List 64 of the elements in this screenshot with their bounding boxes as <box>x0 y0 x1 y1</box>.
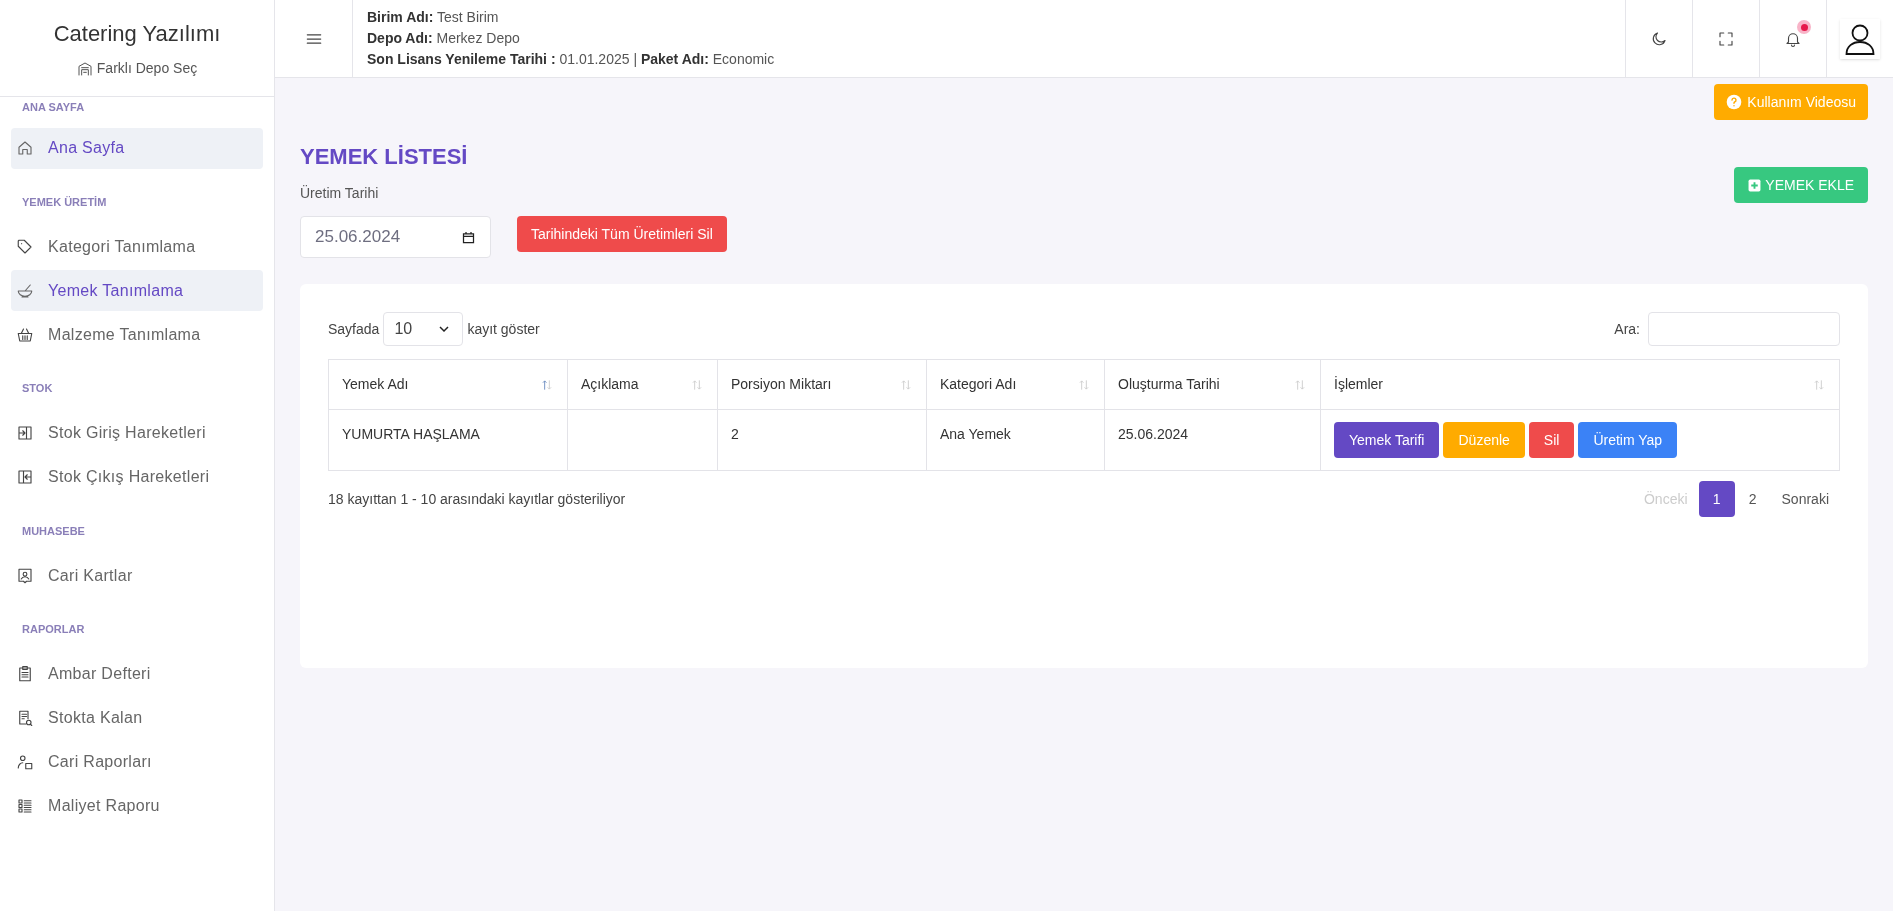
action-button[interactable]: Üretim Yap <box>1578 422 1678 458</box>
exit-icon <box>16 468 34 486</box>
page-button[interactable]: 2 <box>1734 481 1771 517</box>
user-report-icon <box>16 753 34 771</box>
sidebar-item[interactable]: Cari Kartlar <box>11 555 263 596</box>
sidebar-item[interactable]: Stokta Kalan <box>11 697 263 739</box>
column-header[interactable]: Porsiyon Miktarı <box>717 359 927 410</box>
moon-icon <box>1650 29 1668 48</box>
list-icon <box>16 797 34 815</box>
fullscreen-icon <box>1717 29 1735 48</box>
table-cell: 2 <box>731 426 739 442</box>
action-button[interactable]: Yemek Tarifi <box>1334 422 1440 458</box>
section-heading: ANA SAYFA <box>21 100 86 115</box>
table-cell: YUMURTA HAŞLAMA <box>342 426 480 442</box>
column-header[interactable]: Oluşturma Tarihi <box>1104 359 1321 410</box>
date-field[interactable]: 25.06.2024 <box>300 216 491 258</box>
sidebar-item[interactable]: Cari Raporları <box>11 741 263 783</box>
sidebar-item[interactable]: Yemek Tanımlama <box>11 270 263 311</box>
building-icon <box>76 60 93 77</box>
header-info-line: Birim Adı: Test Birim <box>367 8 500 27</box>
tag-icon <box>16 237 34 256</box>
header-info-line: Son Lisans Yenileme Tarihi : 01.01.2025 | Paket Adı: Economic <box>367 50 776 69</box>
document-search-icon <box>16 709 34 727</box>
field-label: Üretim Tarihi <box>300 184 380 203</box>
house-icon <box>16 139 34 157</box>
depot-select-link[interactable]: Farklı Depo Seç <box>76 58 198 79</box>
section-heading: YEMEK ÜRETİM <box>21 194 108 210</box>
bowl-icon <box>16 281 34 300</box>
column-header[interactable]: Yemek Adı <box>328 359 568 410</box>
delete-all-productions-button[interactable]: Tarihindeki Tüm Üretimleri Sil <box>517 216 727 252</box>
sidebar-item[interactable]: Stok Giriş Hareketleri <box>11 412 263 454</box>
section-heading: RAPORLAR <box>21 622 86 637</box>
page-length-select[interactable]: 10 <box>383 312 464 346</box>
search-label: Ara: <box>1614 319 1640 339</box>
table-info: 18 kayıttan 1 - 10 arasındaki kayıtlar gösteriliyor <box>328 489 626 509</box>
table-cell: 25.06.2024 <box>1118 426 1189 442</box>
column-header[interactable]: Kategori Adı <box>926 359 1105 410</box>
sidebar-item[interactable]: Malzeme Tanımlama <box>11 314 263 355</box>
sidebar-item[interactable]: Ambar Defteri <box>11 653 263 695</box>
app-title: Catering Yazılımı <box>53 20 221 48</box>
search-field[interactable] <box>1648 312 1840 346</box>
contact-card-icon <box>16 566 34 585</box>
length-label: Sayfada <box>328 319 380 339</box>
page-link[interactable]: Sonraki <box>1770 481 1840 517</box>
page-title: YEMEK LİSTESİ <box>300 143 469 171</box>
sidebar-item[interactable]: Stok Çıkış Hareketleri <box>11 456 263 498</box>
entry-icon <box>16 424 34 442</box>
column-header[interactable]: İşlemler <box>1320 359 1840 410</box>
action-button[interactable]: Sil <box>1528 422 1575 458</box>
basket-icon <box>16 325 34 344</box>
sidebar-item[interactable]: Ana Sayfa <box>11 127 263 169</box>
question-icon <box>1726 94 1743 110</box>
column-header[interactable]: Açıklama <box>567 359 718 410</box>
clipboard-icon <box>16 665 34 683</box>
length-label: kayıt göster <box>467 319 540 339</box>
section-heading: STOK <box>21 381 54 396</box>
section-heading: MUHASEBE <box>21 523 86 539</box>
sidebar-item[interactable]: Kategori Tanımlama <box>11 226 263 267</box>
header-info-line: Depo Adı: Merkez Depo <box>367 29 521 48</box>
page-button[interactable]: 1 <box>1698 481 1735 517</box>
sidebar-item[interactable]: Maliyet Raporu <box>11 785 263 827</box>
calendar-icon <box>461 229 476 245</box>
plus-square-icon <box>1748 178 1762 192</box>
table-cell: Ana Yemek <box>940 426 1011 442</box>
